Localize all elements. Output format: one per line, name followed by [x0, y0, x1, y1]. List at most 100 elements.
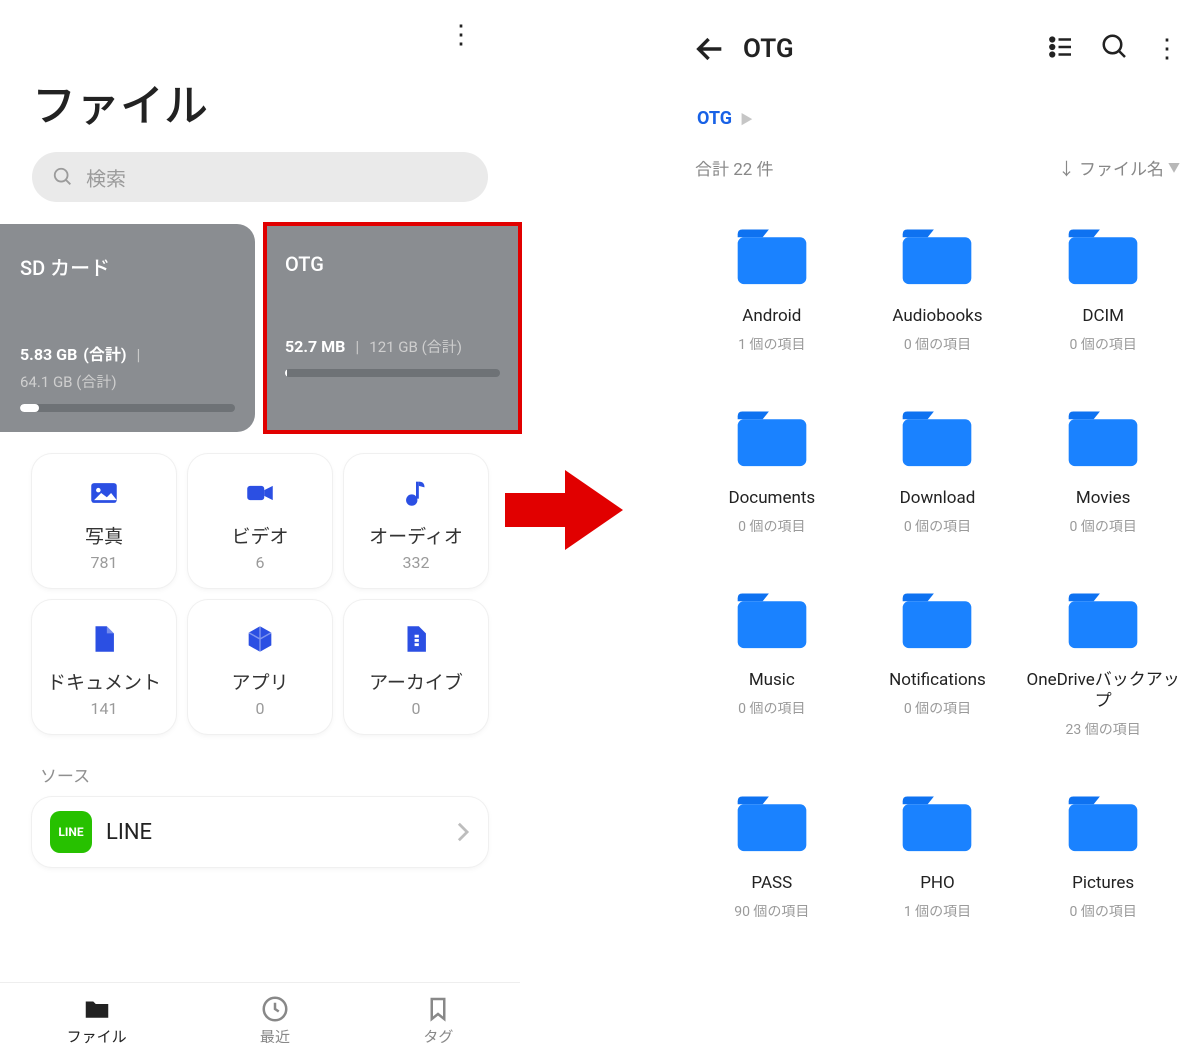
- folder-name: Notifications: [859, 670, 1017, 692]
- clock-icon: [260, 994, 290, 1024]
- category-count: 0: [196, 699, 324, 718]
- folder-item[interactable]: Notifications0 個の項目: [859, 588, 1017, 777]
- nav-label: タグ: [423, 1028, 453, 1046]
- search-placeholder: 検索: [86, 163, 126, 192]
- breadcrumb[interactable]: OTG ▶: [693, 80, 1182, 137]
- nav-label: ファイル: [67, 1028, 127, 1046]
- document-icon: [40, 620, 168, 658]
- total-count-label: 合計 22 件: [695, 155, 774, 180]
- folder-name: Android: [693, 306, 851, 328]
- category-documents[interactable]: ドキュメント 141: [32, 600, 176, 734]
- bottom-nav: ファイル 最近 タグ: [0, 982, 520, 1058]
- source-item-line[interactable]: LINE LINE: [32, 797, 488, 867]
- nav-recent[interactable]: 最近: [260, 994, 290, 1047]
- folder-count: 0 個の項目: [1024, 516, 1182, 536]
- folder-item[interactable]: OneDriveバックアップ 23 個の項目: [1024, 588, 1182, 777]
- view-list-button[interactable]: [1042, 28, 1080, 70]
- storage-progress: [20, 404, 235, 412]
- folder-item[interactable]: Audiobooks0 個の項目: [859, 224, 1017, 392]
- more-button[interactable]: ⋮: [1150, 30, 1182, 68]
- folder-icon: [1064, 406, 1142, 470]
- page-title: OTG: [743, 34, 1026, 64]
- folder-icon: [733, 224, 811, 288]
- storage-card-otg[interactable]: OTG 52.7 MB | 121 GB (合計): [265, 224, 520, 432]
- sort-button[interactable]: ↓ ファイル名 ▼: [1058, 155, 1180, 180]
- folder-icon: [82, 994, 112, 1024]
- category-label: ビデオ: [196, 522, 324, 549]
- storage-card-sd[interactable]: SD カード 5.83 GB (合計) | 64.1 GB (合計): [0, 224, 255, 432]
- line-icon: LINE: [50, 811, 92, 853]
- folder-browser-screen: OTG ⋮ OTG ▶ 合計 22 件 ↓ ファイル名 ▼ Android 1 個…: [675, 0, 1200, 1058]
- archive-icon: [352, 620, 480, 658]
- nav-label: 最近: [260, 1028, 290, 1046]
- category-photos[interactable]: 写真 781: [32, 454, 176, 588]
- folder-icon: [898, 224, 976, 288]
- folder-name: OneDriveバックアップ: [1024, 670, 1182, 713]
- source-name: LINE: [106, 820, 442, 845]
- folder-item[interactable]: Download 0 個の項目: [859, 406, 1017, 574]
- files-home-screen: ⋮ ファイル 検索 SD カード 5.83 GB (合計) | 64.1 GB …: [0, 0, 520, 1058]
- folder-count: 0 個の項目: [693, 516, 851, 536]
- folder-count: 1 個の項目: [693, 334, 851, 354]
- topbar: OTG ⋮: [693, 0, 1182, 80]
- folder-count: 23 個の項目: [1024, 719, 1182, 739]
- folder-icon: [733, 791, 811, 855]
- category-count: 781: [40, 553, 168, 572]
- folder-icon: [1064, 791, 1142, 855]
- list-meta-row: 合計 22 件 ↓ ファイル名 ▼: [693, 137, 1182, 192]
- search-icon: [1100, 32, 1130, 62]
- folder-name: PHO: [859, 873, 1017, 895]
- folder-item[interactable]: DCIM0 個の項目: [1024, 224, 1182, 392]
- folder-item[interactable]: Documents0 個の項目: [693, 406, 851, 574]
- folder-grid: Android 1 個の項目 Audiobooks0 個の項目 DCIM0 個の項…: [693, 192, 1182, 959]
- nav-tag[interactable]: タグ: [423, 994, 453, 1047]
- red-arrow-icon: [505, 465, 625, 555]
- category-archives[interactable]: アーカイブ 0: [344, 600, 488, 734]
- more-icon: ⋮: [1154, 34, 1178, 64]
- folder-name: Movies: [1024, 488, 1182, 510]
- photo-icon: [40, 474, 168, 512]
- storage-card-title: SD カード: [20, 252, 235, 281]
- folder-name: Music: [693, 670, 851, 692]
- category-label: アーカイブ: [352, 668, 480, 695]
- bookmark-icon: [423, 994, 453, 1024]
- folder-item[interactable]: PASS90 個の項目: [693, 791, 851, 959]
- sort-label: ファイル名: [1079, 155, 1164, 180]
- storage-card-stats: 52.7 MB | 121 GB (合計): [285, 336, 500, 357]
- folder-item[interactable]: Pictures0 個の項目: [1024, 791, 1182, 959]
- folder-count: 0 個の項目: [859, 334, 1017, 354]
- folder-count: 0 個の項目: [859, 516, 1017, 536]
- storage-card-title: OTG: [285, 252, 500, 276]
- category-count: 141: [40, 699, 168, 718]
- arrow-down-icon: ↓: [1058, 155, 1075, 180]
- storage-row: SD カード 5.83 GB (合計) | 64.1 GB (合計) OTG 5…: [0, 224, 520, 432]
- folder-item[interactable]: Movies 0 個の項目: [1024, 406, 1182, 574]
- folder-item[interactable]: Android 1 個の項目: [693, 224, 851, 392]
- folder-item[interactable]: PHO1 個の項目: [859, 791, 1017, 959]
- more-icon[interactable]: ⋮: [448, 20, 472, 50]
- folder-icon: [733, 588, 811, 652]
- app-icon: [196, 620, 324, 658]
- category-videos[interactable]: ビデオ 6: [188, 454, 332, 588]
- folder-count: 0 個の項目: [693, 698, 851, 718]
- folder-icon: [1064, 588, 1142, 652]
- topbar: ⋮: [0, 0, 520, 70]
- chevron-right-icon: [456, 821, 470, 843]
- category-audio[interactable]: オーディオ 332: [344, 454, 488, 588]
- category-count: 0: [352, 699, 480, 718]
- folder-name: Download: [859, 488, 1017, 510]
- category-label: アプリ: [196, 668, 324, 695]
- storage-card-stats: 5.83 GB (合計) | 64.1 GB (合計): [20, 341, 235, 392]
- audio-icon: [352, 474, 480, 512]
- category-apps[interactable]: アプリ 0: [188, 600, 332, 734]
- back-icon[interactable]: [693, 32, 727, 66]
- folder-count: 90 個の項目: [693, 901, 851, 921]
- folder-item[interactable]: Music 0 個の項目: [693, 588, 851, 777]
- nav-file[interactable]: ファイル: [67, 994, 127, 1047]
- folder-icon: [898, 791, 976, 855]
- section-sources-label: ソース: [0, 742, 520, 797]
- search-button[interactable]: [1096, 28, 1134, 70]
- category-label: オーディオ: [352, 522, 480, 549]
- folder-icon: [898, 588, 976, 652]
- search-input[interactable]: 検索: [32, 152, 488, 202]
